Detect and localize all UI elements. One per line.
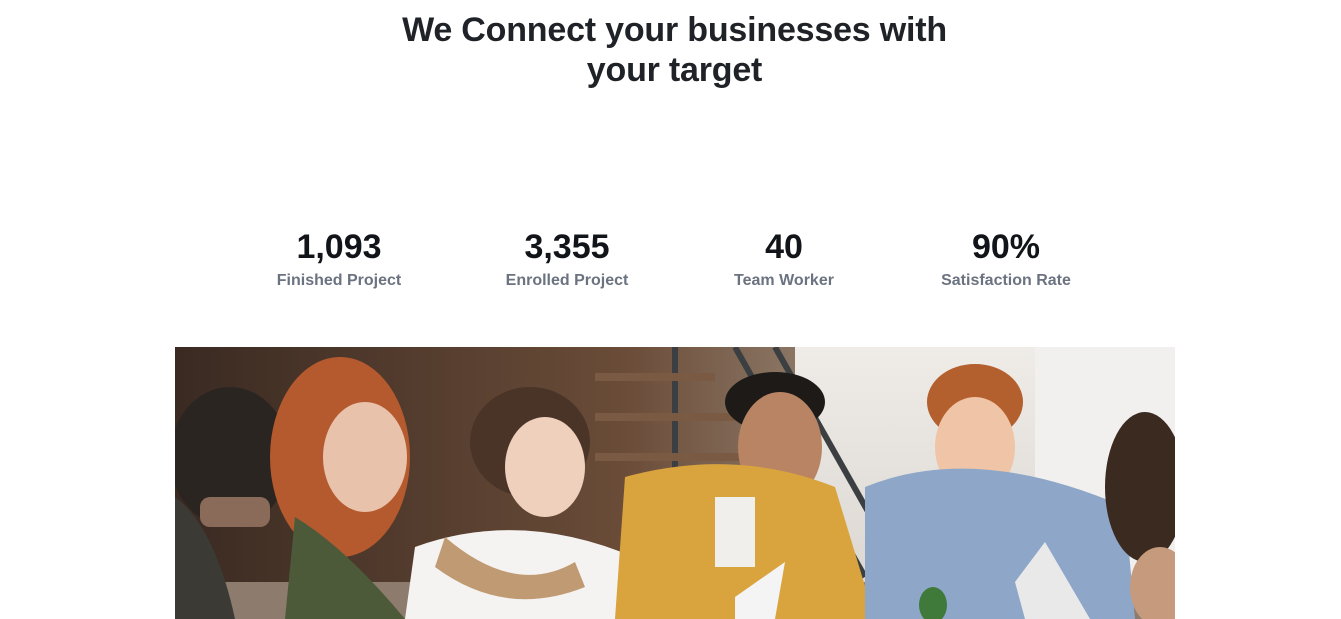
stat-value: 1,093	[296, 228, 382, 266]
stat-team-worker: 40 Team Worker	[674, 226, 894, 291]
stat-value: 90%	[971, 228, 1041, 266]
page: We Connect your businesses with your tar…	[0, 0, 1341, 619]
stat-label: Satisfaction Rate	[941, 272, 1071, 289]
stat-enrolled-project: 3,355 Enrolled Project	[457, 226, 677, 291]
stat-satisfaction-rate: 90% Satisfaction Rate	[896, 226, 1116, 291]
stat-value: 40	[765, 228, 803, 266]
stat-label: Finished Project	[276, 272, 402, 289]
stat-label: Enrolled Project	[505, 272, 629, 289]
section-headline: We Connect your businesses with your tar…	[0, 10, 1341, 90]
headline-line-1: We Connect your businesses with	[402, 11, 947, 49]
team-meeting-photo	[175, 347, 1175, 619]
stat-label: Team Worker	[734, 272, 834, 289]
stats-row: 1,093 Finished Project 3,355 Enrolled Pr…	[0, 226, 1341, 306]
headline-line-2: your target	[586, 51, 763, 89]
stat-value: 3,355	[524, 228, 610, 266]
stat-finished-project: 1,093 Finished Project	[229, 226, 449, 291]
